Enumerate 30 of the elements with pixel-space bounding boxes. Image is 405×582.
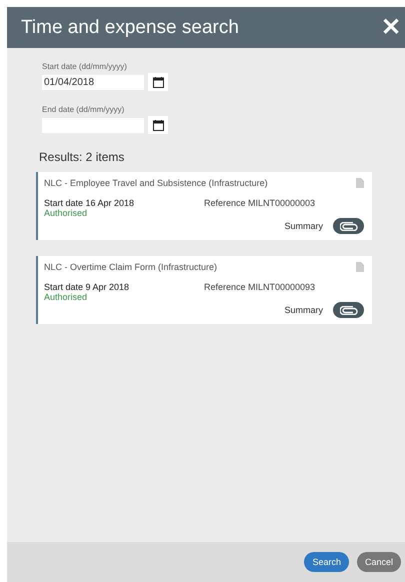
calendar-button[interactable] (148, 73, 168, 91)
cancel-button[interactable]: Cancel (356, 552, 401, 572)
close-button[interactable]: ✕ (381, 16, 405, 40)
attachment-button[interactable] (333, 302, 364, 318)
calendar-icon (152, 120, 164, 130)
result-card[interactable]: NLC - Employee Travel and Subsistence (Infrastructure) Start date 16 Apr 2018 Reference MILNT00000003 Authorised Summary (36, 172, 372, 240)
date-field[interactable]: 01/04/2018 (42, 74, 144, 90)
calendar-button[interactable] (148, 116, 168, 134)
reference: Reference MILNT00000093 (204, 282, 316, 292)
status-text: Authorised (44, 208, 88, 218)
document-icon (356, 178, 364, 188)
start-date: Start date 9 Apr 2018 (44, 282, 130, 292)
card-title: NLC - Overtime Claim Form (Infrastructure) (44, 262, 218, 272)
paperclip-icon (340, 306, 358, 314)
summary-link[interactable]: Summary (284, 305, 323, 315)
summary-link[interactable]: Summary (284, 221, 323, 231)
field-label: End date (dd/mm/yyyy) (42, 105, 126, 114)
paperclip-icon (340, 222, 358, 230)
attachment-button[interactable] (333, 218, 364, 234)
status-text: Authorised (44, 292, 88, 302)
start-date: Start date 16 Apr 2018 (44, 198, 136, 208)
reference: Reference MILNT00000003 (204, 198, 316, 208)
document-icon (356, 262, 364, 272)
card-title: NLC - Employee Travel and Subsistence (Infrastructure) (44, 178, 268, 188)
search-button[interactable]: Search (304, 552, 349, 572)
window-title: Time and expense search (21, 16, 239, 38)
result-card[interactable]: NLC - Overtime Claim Form (Infrastructure) Start date 9 Apr 2018 Reference MILNT00000093 Authorised Summary (36, 256, 372, 324)
results-heading: Results: 2 items (39, 150, 126, 164)
calendar-icon (152, 76, 164, 88)
field-label: Start date (dd/mm/yyyy) (42, 62, 128, 71)
